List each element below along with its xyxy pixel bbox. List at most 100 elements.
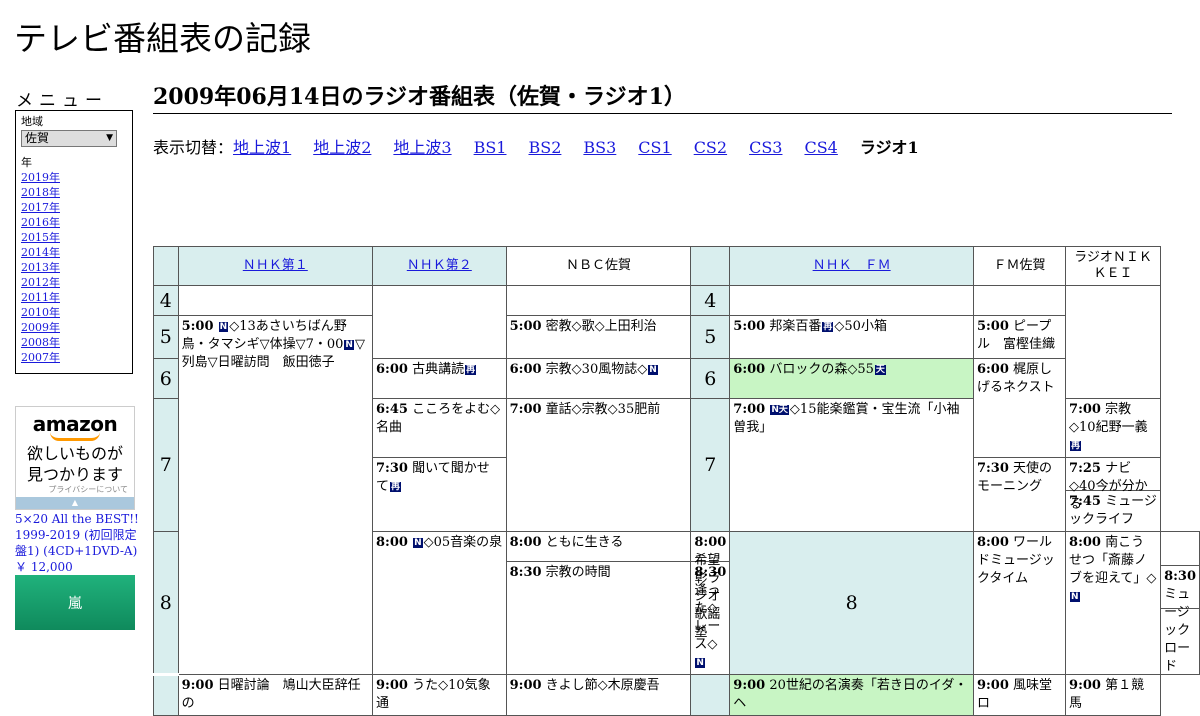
switch-link[interactable]: 地上波1 — [233, 138, 291, 157]
empty-slot — [372, 285, 507, 359]
amazon-ad[interactable]: amazon 欲しいものが 見つかります プライバシーについて ▲ — [15, 406, 135, 510]
program-cell-continued — [1162, 533, 1199, 566]
ad-product-image[interactable]: 嵐 — [15, 575, 135, 630]
hour-cell: 8 — [729, 531, 974, 675]
program-grid: ＮＨＫ第１ ＮＨＫ第２ ＮＢＣ佐賀 ＮＨＫ ＦＭ ＦＭ佐賀 ラジオＮＩＫＫＥＩ … — [153, 246, 1200, 716]
switch-current: ラジオ1 — [859, 138, 919, 157]
year-link[interactable]: 2007年 — [21, 350, 127, 365]
year-link[interactable]: 2008年 — [21, 335, 127, 350]
news-badge: N — [1070, 592, 1080, 602]
program-cell[interactable]: 9:00 日曜討論 鳩山大臣辞任の — [177, 674, 374, 716]
program-cell[interactable]: 7:30 天使のモーニング — [972, 457, 1067, 532]
year-link[interactable]: 2012年 — [21, 275, 127, 290]
empty-slot — [177, 285, 374, 316]
empty-slot — [729, 285, 974, 316]
year-link[interactable]: 2016年 — [21, 215, 127, 230]
program-stack: 8:00 希望彰ラジオ歌謡塾 8:30 逢った◇レース◇N — [690, 531, 731, 675]
program-cell[interactable]: 8:00 希望彰ラジオ歌謡塾 — [691, 533, 729, 640]
switch-link[interactable]: BS3 — [583, 138, 616, 157]
region-select[interactable]: 佐賀 ▼ — [21, 130, 117, 147]
program-cell[interactable]: 7:30 聞いて聞かせて再 — [372, 457, 507, 532]
menu-title: メニュー — [16, 91, 108, 111]
channel-header: ラジオＮＩＫＫＥＩ — [1065, 246, 1162, 286]
program-cell[interactable]: 6:00 バロックの森◇55 天 — [729, 358, 974, 399]
ad-product-title[interactable]: 5×20 All the BEST!! 1999-2019 (初回限定盤1) (… — [15, 511, 139, 559]
program-cell[interactable]: 8:00 南こうせつ「斎藤ノブを迎えて」◇N — [1065, 531, 1162, 675]
program-cell[interactable]: 8:30 宗教の時間 — [507, 562, 690, 584]
ad-line-1: 欲しいものが — [26, 444, 123, 463]
hour-cell: 5 — [690, 315, 731, 359]
year-label: 年 — [21, 156, 32, 169]
switch-link[interactable]: CS4 — [804, 138, 837, 157]
year-link[interactable]: 2017年 — [21, 200, 127, 215]
channel-header[interactable]: ＮＨＫ ＦＭ — [729, 246, 974, 286]
switch-link[interactable]: CS3 — [749, 138, 782, 157]
switch-link[interactable]: BS2 — [528, 138, 561, 157]
channel-link[interactable]: ＮＨＫ ＦＭ — [813, 258, 891, 273]
rerun-badge: 再 — [465, 365, 477, 375]
program-cell[interactable]: 9:00 うた◇10気象通 — [372, 674, 507, 716]
news-weather-badge: N天 — [770, 405, 789, 415]
switch-link[interactable]: 地上波3 — [393, 138, 451, 157]
switch-link[interactable]: BS1 — [474, 138, 507, 157]
program-cell[interactable]: 8:00 ワールドミュージックタイム — [972, 531, 1067, 675]
program-cell[interactable]: 7:45 ミュージックライフ — [1067, 491, 1160, 531]
year-link[interactable]: 2014年 — [21, 245, 127, 260]
amazon-logo: amazon — [32, 412, 118, 436]
program-cell[interactable]: 8:30 逢った◇レース◇N — [692, 562, 729, 674]
ad-collapse-icon[interactable]: ▲ — [16, 497, 134, 509]
channel-header: ＦＭ佐賀 — [972, 246, 1067, 286]
program-cell[interactable]: 5:00 ピープル 富樫佳織 — [972, 315, 1067, 359]
program-cell[interactable]: 9:00 20世紀の名演奏「若き日のイダ・ヘ — [729, 674, 974, 716]
program-cell[interactable]: 5:00 N ◇13あさいちばん野鳥・タマシギ▽体操▽7・00 N ▽列島▽日曜訪問 … — [177, 315, 374, 675]
channel-link[interactable]: ＮＨＫ第１ — [243, 258, 308, 273]
hour-cell: 5 — [153, 315, 179, 359]
hour-cell: 6 — [153, 358, 179, 399]
year-link[interactable]: 2019年 — [21, 170, 127, 185]
weather-badge: 天 — [874, 365, 886, 375]
program-cell[interactable]: 5:00 邦楽百番再 ◇50小箱 — [729, 315, 974, 359]
program-stack: 8:00 ともに生きる 8:30 宗教の時間 — [505, 531, 692, 675]
switch-link[interactable]: CS2 — [694, 138, 727, 157]
year-link[interactable]: 2009年 — [21, 320, 127, 335]
program-cell[interactable]: 9:00 風味堂ロ — [972, 674, 1067, 716]
program-cell[interactable]: 7:00 宗教◇10紀野一義再 — [1065, 398, 1162, 458]
switch-link[interactable]: CS1 — [638, 138, 671, 157]
ad-product[interactable]: 5×20 All the BEST!! 1999-2019 (初回限定盤1) (… — [15, 511, 139, 575]
view-switcher: 表示切替：地上波1 地上波2 地上波3 BS1 BS2 BS3 CS1 CS2 CS3 CS4 ラジ… — [153, 134, 919, 158]
ad-privacy-link[interactable]: プライバシーについて — [48, 484, 128, 495]
program-cell[interactable]: 5:00 密教◇歌◇上田利治 — [505, 315, 692, 359]
program-cell[interactable]: 9:00 きよし節◇木原慶吾 — [505, 674, 692, 716]
program-cell[interactable]: 8:00 N ◇05音楽の泉 — [372, 531, 507, 675]
hour-cell: 6 — [690, 358, 731, 399]
program-cell[interactable]: 6:00 梶原しげるネクスト — [972, 358, 1067, 458]
region-label: 地域 — [21, 115, 43, 128]
hour-cell: 8 — [153, 531, 179, 675]
program-cell[interactable]: 8:30 ミュージックロード — [1161, 565, 1199, 674]
program-cell[interactable]: 7:00 童話◇宗教◇35肥前 — [505, 398, 692, 532]
page-heading: 2009年06月14日のラジオ番組表（佐賀・ラジオ1） — [153, 84, 1172, 114]
program-cell[interactable]: 6:00 宗教◇30風物誌◇ N — [505, 358, 692, 399]
year-link[interactable]: 2018年 — [21, 185, 127, 200]
news-badge: N — [344, 340, 354, 350]
year-link[interactable]: 2013年 — [21, 260, 127, 275]
year-link[interactable]: 2011年 — [21, 290, 127, 305]
program-cell[interactable]: 6:45 こころをよむ◇名曲 — [372, 398, 507, 458]
menu-box: 地域 佐賀 ▼ 年 2019年 2018年 2017年 2016年 2015年 … — [15, 110, 133, 374]
hour-cell — [153, 673, 179, 716]
program-cell[interactable]: 7:25 ナビ◇40今が分かる — [1066, 459, 1160, 512]
program-cell[interactable]: 7:00 N天 ◇15能楽鑑賞・宝生流「小袖曽我」 — [729, 398, 974, 532]
switch-link[interactable]: 地上波2 — [313, 138, 371, 157]
program-cell[interactable]: 6:00 古典講読再 — [372, 358, 507, 399]
program-stack: 7:25 ナビ◇40今が分かる 7:45 ミュージックライフ — [1065, 457, 1162, 532]
channel-link[interactable]: ＮＨＫ第２ — [407, 258, 472, 273]
corner-cell — [153, 246, 179, 286]
year-link[interactable]: 2015年 — [21, 230, 127, 245]
year-list: 2019年 2018年 2017年 2016年 2015年 2014年 2013… — [21, 170, 127, 365]
year-link[interactable]: 2010年 — [21, 305, 127, 320]
channel-header[interactable]: ＮＨＫ第１ — [177, 246, 374, 286]
hour-cell: 7 — [690, 398, 731, 532]
program-cell[interactable]: 8:00 ともに生きる — [507, 533, 690, 562]
program-cell[interactable]: 9:00 第１競馬 — [1065, 674, 1162, 716]
channel-header[interactable]: ＮＨＫ第２ — [372, 246, 507, 286]
